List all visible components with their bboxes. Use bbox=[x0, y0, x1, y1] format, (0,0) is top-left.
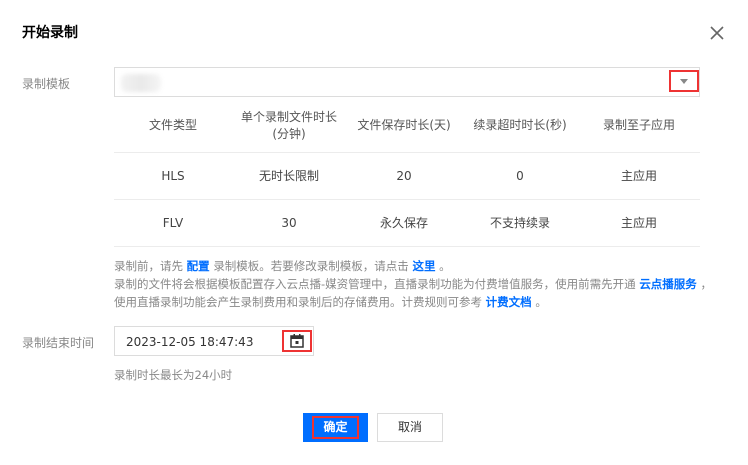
cell: 0 bbox=[462, 151, 578, 199]
billing-doc-link[interactable]: 计费文档 bbox=[486, 295, 532, 309]
note-line-1: 录制前，请先 配置 录制模板。若要修改录制模板，请点击 这里 。 bbox=[114, 257, 714, 275]
note-text: 录制的文件将会根据模板配置存入云点播-媒资管理中，直播录制功能为付费增值服务，使… bbox=[114, 277, 636, 291]
table-row: FLV 30 永久保存 不支持续录 主应用 bbox=[114, 198, 700, 247]
col-sub-app: 录制至子应用 bbox=[602, 118, 675, 133]
cell: 主应用 bbox=[578, 151, 700, 199]
duration-hint: 录制时长最长为24小时 bbox=[114, 368, 233, 382]
confirm-button[interactable]: 确定 bbox=[303, 413, 368, 442]
template-details-table: 文件类型 单个录制文件时长 (分钟) 文件保存时长(天) 续录超时时长(秒) 录… bbox=[114, 100, 700, 247]
col-file-type: 文件类型 bbox=[148, 118, 197, 133]
table-row: HLS 无时长限制 20 0 主应用 bbox=[114, 151, 700, 199]
cell: 不支持续录 bbox=[462, 198, 578, 247]
note-text: 。 bbox=[439, 259, 451, 273]
vod-service-link[interactable]: 云点播服务 bbox=[639, 277, 697, 291]
confirm-button-label: 确定 bbox=[312, 416, 359, 439]
calendar-button[interactable] bbox=[282, 330, 312, 352]
template-label: 录制模板 bbox=[22, 77, 71, 91]
cell: FLV bbox=[114, 198, 232, 247]
end-time-value: 2023-12-05 18:47:43 bbox=[126, 335, 254, 349]
calendar-icon bbox=[290, 334, 304, 348]
template-notes: 录制前，请先 配置 录制模板。若要修改录制模板，请点击 这里 。 录制的文件将会… bbox=[114, 257, 714, 311]
close-icon[interactable] bbox=[708, 24, 726, 42]
col-file-duration-text: 单个录制文件时长 (分钟) bbox=[240, 109, 337, 141]
here-link[interactable]: 这里 bbox=[412, 259, 435, 273]
dialog-title: 开始录制 bbox=[22, 25, 78, 41]
col-resume-timeout: 续录超时时长(秒) bbox=[473, 118, 567, 133]
cell: 主应用 bbox=[578, 198, 700, 247]
chevron-down-icon bbox=[680, 79, 688, 84]
template-dropdown-button[interactable] bbox=[669, 70, 699, 92]
note-text: 录制模板。若要修改录制模板，请点击 bbox=[213, 259, 409, 273]
cell: 无时长限制 bbox=[232, 151, 346, 199]
note-line-2: 录制的文件将会根据模板配置存入云点播-媒资管理中，直播录制功能为付费增值服务，使… bbox=[114, 275, 714, 311]
note-text: 录制前，请先 bbox=[114, 259, 183, 273]
cell: 20 bbox=[346, 151, 462, 199]
end-time-label: 录制结束时间 bbox=[22, 336, 95, 350]
note-text: 。 bbox=[535, 295, 547, 309]
cell: 永久保存 bbox=[346, 198, 462, 247]
config-link[interactable]: 配置 bbox=[187, 259, 210, 273]
template-selected-value bbox=[121, 74, 161, 92]
cancel-button[interactable]: 取消 bbox=[377, 413, 443, 442]
template-select[interactable] bbox=[114, 67, 700, 97]
col-file-duration: 单个录制文件时长 (分钟) bbox=[232, 100, 346, 152]
cell: HLS bbox=[114, 151, 232, 199]
start-recording-dialog: 开始录制 录制模板 文件类型 单个录制文件时长 (分钟) 文件保存时长(天) 续… bbox=[0, 0, 748, 465]
table-header-row: 文件类型 单个录制文件时长 (分钟) 文件保存时长(天) 续录超时时长(秒) 录… bbox=[114, 100, 700, 152]
col-retention: 文件保存时长(天) bbox=[357, 118, 451, 133]
cell: 30 bbox=[232, 198, 346, 247]
